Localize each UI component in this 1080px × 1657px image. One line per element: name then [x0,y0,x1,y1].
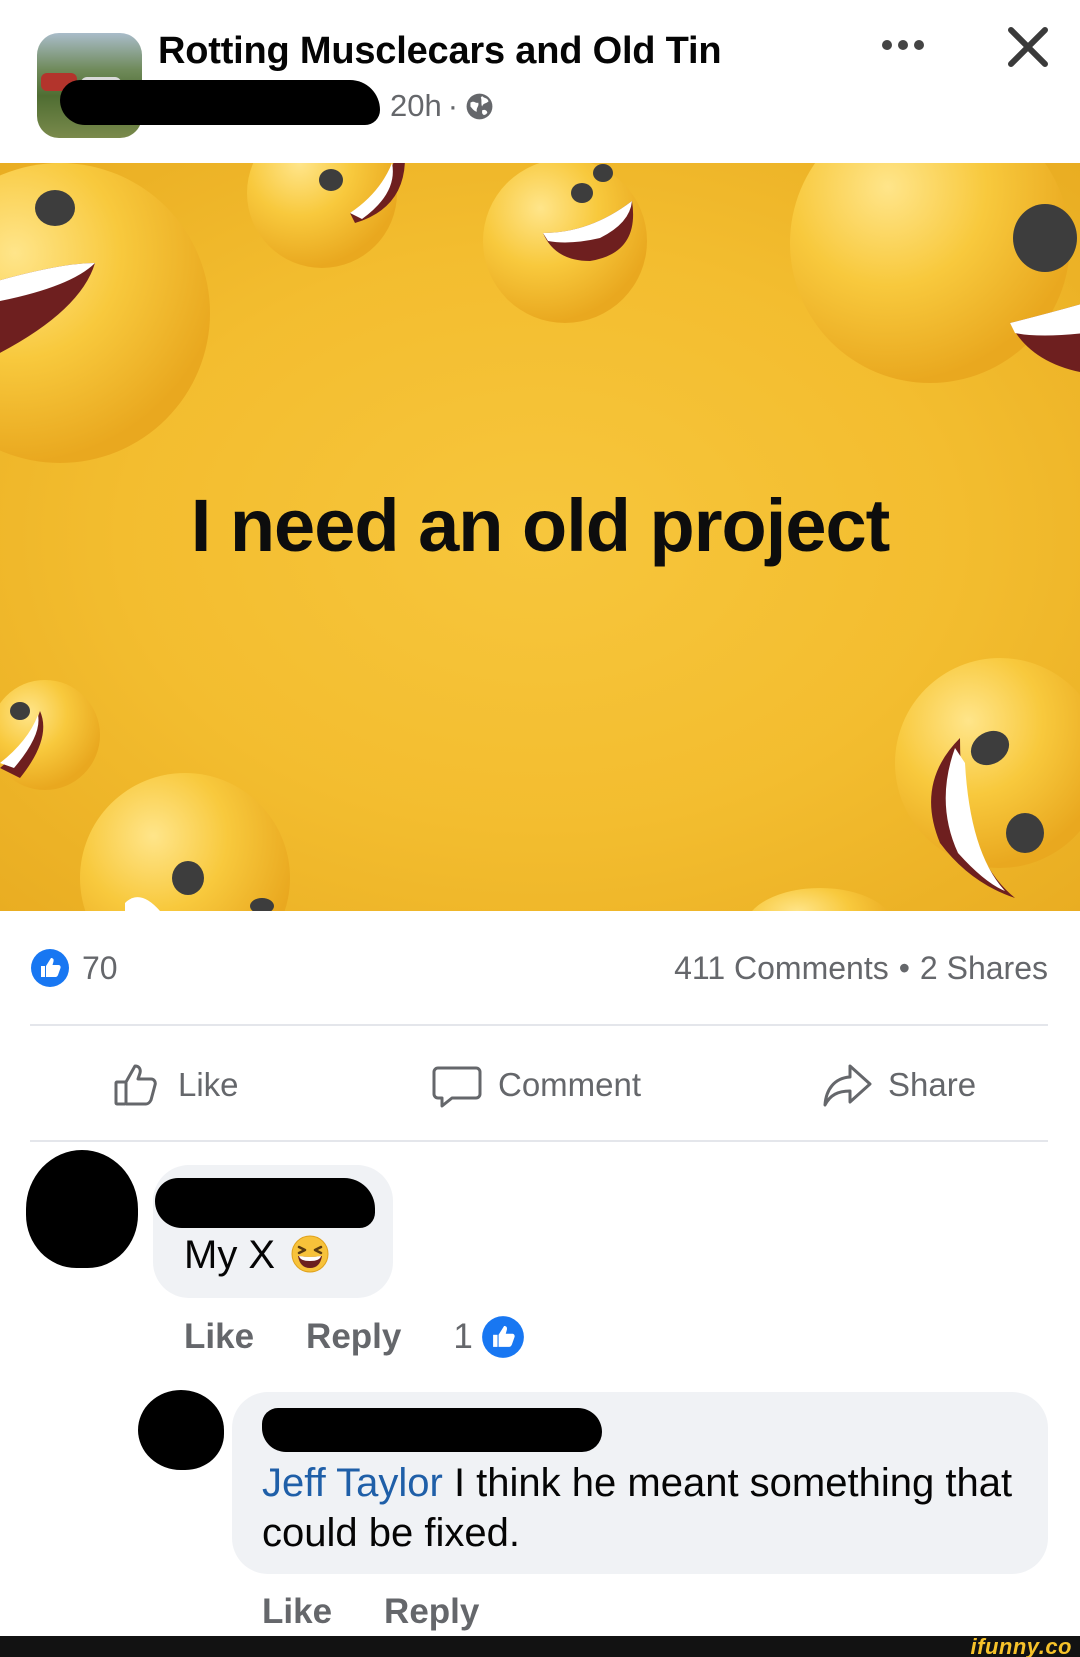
action-bar: Like Comment Share [30,1030,1048,1140]
share-arrow-icon [823,1064,872,1107]
redacted-author-name [60,80,380,125]
mention-link[interactable]: Jeff Taylor [262,1461,443,1505]
reply-avatar[interactable] [138,1390,224,1470]
comment-reply-button[interactable]: Reply [306,1317,401,1357]
post-time[interactable]: 20h [390,88,442,124]
share-button[interactable]: Share [820,1030,976,1140]
divider-bottom [30,1140,1048,1142]
comment-actions: Like Reply 1 [184,1315,525,1359]
like-label: Like [178,1066,239,1103]
comments-shares: 411 Comments • 2 Shares [674,950,1048,987]
group-title[interactable]: Rotting Musclecars and Old Tin [158,30,722,73]
watermark: ifunny.co [970,1634,1072,1657]
share-count[interactable]: 2 Shares [920,950,1048,987]
like-badge-icon [481,1316,524,1358]
globe-icon [466,93,493,119]
reply-like-button[interactable]: Like [262,1592,332,1632]
like-button[interactable]: Like [110,1030,239,1140]
reply-reply-button[interactable]: Reply [384,1592,479,1632]
comment-label: Comment [498,1066,642,1103]
comment-button[interactable]: Comment [430,1030,641,1140]
comment-like-button[interactable]: Like [184,1317,254,1357]
redacted-replier-name [262,1408,602,1452]
reactions-bar: 70 411 Comments • 2 Shares [30,946,1048,990]
comment-reaction-count[interactable]: 1 [453,1317,472,1357]
footer-bar [0,1636,1080,1657]
post-header: Rotting Musclecars and Old Tin 20h · [0,0,1080,163]
stats-dot: • [898,950,910,986]
comment-bubble-icon [432,1066,482,1108]
divider-top [30,1024,1048,1026]
close-x-icon[interactable] [1003,22,1053,72]
meta-separator: · [447,88,459,123]
reaction-count[interactable]: 70 [82,950,118,987]
redacted-commenter-name [155,1178,375,1228]
comment-text: My X [184,1230,330,1280]
thumbs-up-icon [114,1064,157,1106]
comment-count[interactable]: 411 Comments [674,950,889,987]
post-image[interactable]: I need an old project [0,163,1080,911]
reply-actions: Like Reply [262,1592,479,1632]
like-badge-icon[interactable] [30,948,70,988]
more-dots-icon[interactable] [878,30,928,60]
comment-avatar[interactable] [26,1150,138,1268]
reply-text: Jeff Taylor I think he meant something t… [262,1461,1013,1555]
share-label: Share [888,1066,977,1103]
post-meta: 20h · [390,88,495,124]
grinning-squinting-face-icon [291,1235,329,1273]
post-text: I need an old project [190,484,891,567]
